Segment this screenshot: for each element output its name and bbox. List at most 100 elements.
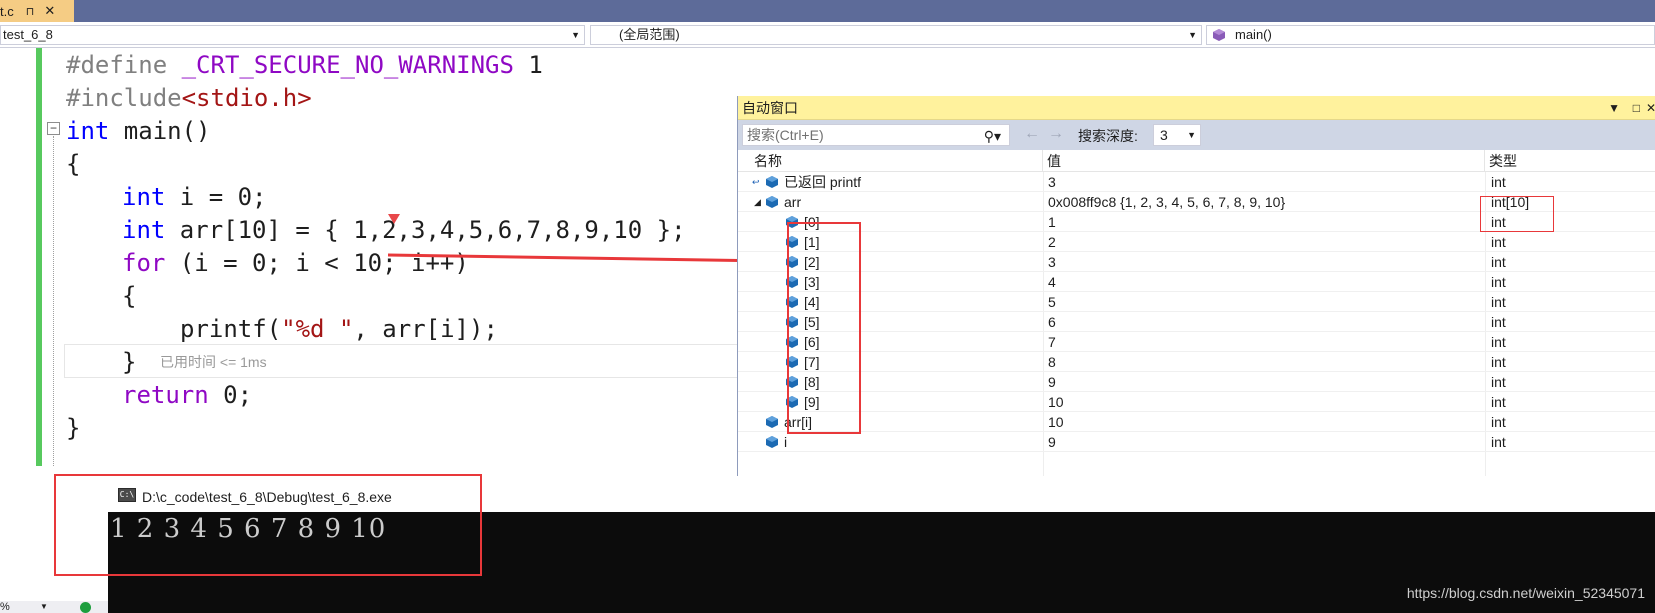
string-literal: "%d " bbox=[281, 315, 354, 343]
autos-cell-value[interactable]: 8 bbox=[1048, 352, 1056, 372]
keyword: int bbox=[66, 117, 110, 145]
autos-cell-value[interactable]: 4 bbox=[1048, 272, 1056, 292]
navigation-bar: test_6_8 ▼ (全局范围) ▼ main() bbox=[0, 22, 1655, 48]
autos-cell-type: int bbox=[1491, 174, 1506, 190]
code-line-8: { bbox=[122, 279, 136, 313]
document-tab-strip: t.c ⊓ ✕ bbox=[0, 0, 1655, 22]
pin-icon[interactable]: ⊓ bbox=[26, 5, 35, 18]
search-icon[interactable]: ⚲▾ bbox=[984, 126, 1001, 146]
back-arrow-icon[interactable]: ← bbox=[1024, 125, 1040, 143]
code-line-5: int i = 0; bbox=[122, 180, 267, 214]
autos-cell-value[interactable]: 10 bbox=[1048, 392, 1064, 412]
tab-label: t.c bbox=[0, 3, 14, 19]
code-text: } bbox=[66, 414, 81, 442]
autos-row[interactable]: [6] 7 int bbox=[738, 332, 1655, 352]
keyword: int bbox=[122, 183, 166, 211]
autos-cell-value[interactable]: 6 bbox=[1048, 312, 1056, 332]
autos-grid-header: 名称 值 类型 bbox=[738, 150, 1655, 172]
search-depth-dropdown[interactable]: 3 ▼ bbox=[1153, 124, 1201, 146]
autos-row[interactable]: [9] 10 int bbox=[738, 392, 1655, 412]
outline-guide bbox=[53, 136, 54, 466]
autos-row[interactable]: [5] 6 int bbox=[738, 312, 1655, 332]
tab-file[interactable]: t.c ⊓ ✕ bbox=[0, 0, 74, 22]
code-line-11: return 0; bbox=[122, 378, 252, 412]
variable-cube-icon bbox=[766, 196, 778, 208]
expand-collapse-icon[interactable]: ◢ bbox=[754, 192, 761, 212]
autos-cell-name: 已返回 printf bbox=[784, 174, 862, 190]
autos-row[interactable]: ↩ 已返回 printf 3 int bbox=[738, 172, 1655, 192]
code-line-12: } bbox=[66, 411, 80, 445]
autos-cell-value[interactable]: 9 bbox=[1048, 432, 1056, 452]
return-value-icon: ↩ bbox=[752, 177, 760, 187]
maximize-icon[interactable]: □ bbox=[1633, 96, 1640, 120]
scope-dropdown[interactable]: (全局范围) ▼ bbox=[590, 25, 1202, 45]
project-dropdown-value: test_6_8 bbox=[3, 27, 53, 42]
variable-cube-icon bbox=[766, 436, 778, 448]
code-line-10: } bbox=[122, 345, 136, 379]
code-line-4: { bbox=[66, 147, 80, 181]
perf-tip: 已用时间 <= 1ms bbox=[160, 354, 267, 370]
autos-title-bar: 自动窗口 ▼ □ ✕ bbox=[738, 96, 1655, 120]
code-text: { bbox=[66, 150, 81, 178]
variable-cube-icon bbox=[766, 416, 778, 428]
autos-cell-type: int bbox=[1491, 334, 1506, 350]
project-dropdown[interactable]: test_6_8 ▼ bbox=[0, 25, 585, 45]
autos-cell-value[interactable]: 7 bbox=[1048, 332, 1056, 352]
function-dropdown-value: main() bbox=[1235, 27, 1272, 42]
autos-cell-type: int bbox=[1491, 374, 1506, 390]
column-header-type[interactable]: 类型 bbox=[1485, 150, 1655, 172]
autos-row[interactable]: [1] 2 int bbox=[738, 232, 1655, 252]
annotation-arrow-icon bbox=[388, 253, 786, 269]
macro-name: _CRT_SECURE_NO_WARNINGS bbox=[181, 51, 514, 79]
include-path: <stdio.h> bbox=[181, 84, 312, 112]
forward-arrow-icon[interactable]: → bbox=[1048, 125, 1064, 143]
autos-row[interactable]: [2] 3 int bbox=[738, 252, 1655, 272]
code-text: printf( bbox=[180, 315, 282, 343]
function-cube-icon bbox=[1213, 29, 1225, 41]
search-input[interactable]: 搜索(Ctrl+E) ⚲▾ bbox=[742, 124, 1010, 146]
code-text: 0; bbox=[208, 381, 253, 409]
no-issues-icon[interactable] bbox=[80, 602, 91, 613]
autos-cell-value[interactable]: 9 bbox=[1048, 372, 1056, 392]
autos-cell-type: int bbox=[1491, 254, 1506, 270]
autos-row[interactable]: [8] 9 int bbox=[738, 372, 1655, 392]
autos-cell-value[interactable]: 5 bbox=[1048, 292, 1056, 312]
autos-cell-type: int bbox=[1491, 394, 1506, 410]
column-header-value[interactable]: 值 bbox=[1043, 150, 1485, 172]
close-icon[interactable]: ✕ bbox=[44, 3, 55, 19]
zoom-level[interactable]: % bbox=[0, 601, 10, 613]
column-header-name[interactable]: 名称 bbox=[750, 150, 1043, 172]
autos-cell-value[interactable]: 2 bbox=[1048, 232, 1056, 252]
autos-cell-type: int bbox=[1491, 234, 1506, 250]
autos-window: 自动窗口 ▼ □ ✕ 搜索(Ctrl+E) ⚲▾ ← → 搜索深度: 3 ▼ 名… bbox=[737, 96, 1655, 476]
collapse-toggle-icon[interactable]: − bbox=[47, 122, 60, 135]
search-placeholder: 搜索(Ctrl+E) bbox=[747, 127, 824, 143]
close-icon[interactable]: ✕ bbox=[1646, 96, 1655, 120]
editor-status-bar: % ▼ bbox=[0, 601, 108, 613]
autos-cell-name: i bbox=[784, 434, 788, 450]
function-dropdown[interactable]: main() bbox=[1206, 25, 1655, 45]
autos-cell-value[interactable]: 3 bbox=[1048, 172, 1056, 192]
autos-row[interactable]: i 9 int bbox=[738, 432, 1655, 452]
autos-cell-type: int bbox=[1491, 414, 1506, 430]
autos-row[interactable]: [3] 4 int bbox=[738, 272, 1655, 292]
code-text: arr[10] = { 1,2,3,4,5,6,7,8,9,10 }; bbox=[165, 216, 686, 244]
code-line-1: #define _CRT_SECURE_NO_WARNINGS 1 bbox=[66, 48, 543, 82]
scope-dropdown-value: (全局范围) bbox=[619, 27, 680, 42]
autos-row[interactable]: [7] 8 int bbox=[738, 352, 1655, 372]
autos-cell-value[interactable]: 10 bbox=[1048, 412, 1064, 432]
autos-cell-type: int bbox=[1491, 274, 1506, 290]
chevron-down-icon[interactable]: ▼ bbox=[1608, 96, 1620, 120]
autos-cell-value[interactable]: 1 bbox=[1048, 212, 1056, 232]
autos-row[interactable]: [4] 5 int bbox=[738, 292, 1655, 312]
autos-cell-value[interactable]: 3 bbox=[1048, 252, 1056, 272]
variable-cube-icon bbox=[766, 176, 778, 188]
chevron-down-icon[interactable]: ▼ bbox=[40, 601, 48, 613]
code-line-9: printf("%d ", arr[i]); bbox=[180, 312, 498, 346]
annotation-box-array-elements bbox=[787, 222, 861, 434]
chevron-down-icon: ▼ bbox=[1187, 130, 1196, 140]
autos-row[interactable]: arr[i] 10 int bbox=[738, 412, 1655, 432]
macro-value: 1 bbox=[528, 51, 543, 79]
code-line-3: int main() bbox=[66, 114, 211, 148]
autos-cell-value[interactable]: 0x008ff9c8 {1, 2, 3, 4, 5, 6, 7, 8, 9, 1… bbox=[1048, 192, 1285, 212]
